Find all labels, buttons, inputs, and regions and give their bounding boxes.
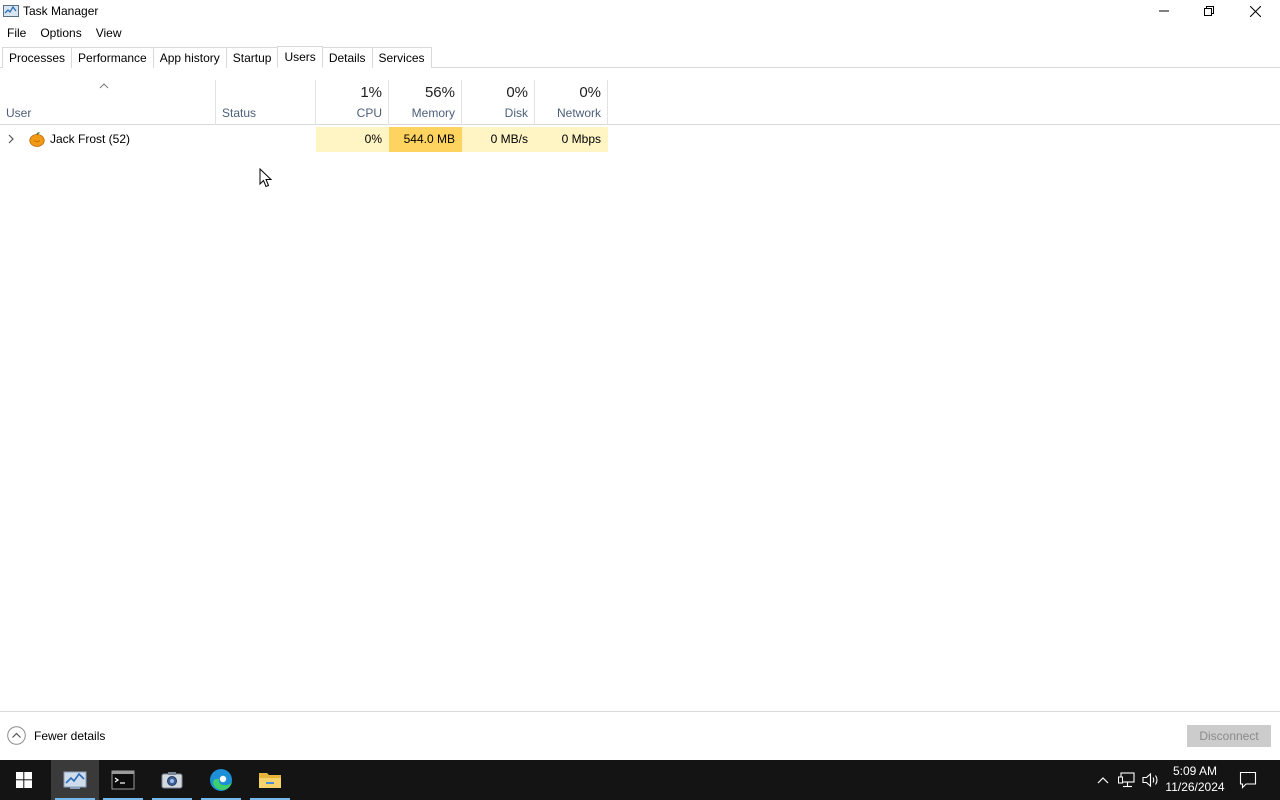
start-icon [16,772,32,788]
task-manager-app-icon [3,4,19,18]
taskbar-clock[interactable]: 5:09 AM 11/26/2024 [1162,763,1228,795]
disk-cell: 0 MB/s [462,127,535,152]
tab-performance[interactable]: Performance [71,47,154,68]
notification-icon [1239,771,1257,789]
chevron-up-circle-icon [7,726,26,745]
network-cell: 0 Mbps [535,127,608,152]
taskbar-edge[interactable] [197,760,245,800]
network-tray-button[interactable] [1116,760,1138,800]
cpu-total-percent: 1% [360,84,382,101]
tab-services[interactable]: Services [371,47,432,68]
taskbar-task-manager[interactable] [51,760,99,800]
speaker-icon [1142,772,1158,788]
network-icon [1118,772,1135,788]
close-icon [1249,5,1261,17]
volume-tray-button[interactable] [1140,760,1162,800]
user-avatar-icon [29,132,45,147]
menu-bar: File Options View [0,23,129,43]
column-header-cpu[interactable]: 1% CPU [316,80,389,125]
taskbar-file-explorer[interactable] [246,760,294,800]
memory-cell: 544.0 MB [389,127,462,152]
camera-icon [161,772,183,789]
action-center-button[interactable] [1234,760,1262,800]
chevron-up-icon [1097,777,1109,784]
tab-bar: Processes Performance App history Startu… [0,46,1280,68]
window-title: Task Manager [23,4,99,18]
column-label-user: User [6,106,32,120]
column-label-disk: Disk [504,106,528,120]
task-manager-window: Task Manager File Options View Processes… [0,0,1280,760]
chevron-right-icon[interactable] [7,134,15,144]
clock-date: 11/26/2024 [1165,780,1225,794]
fewer-details-label: Fewer details [34,728,106,743]
tab-details[interactable]: Details [321,47,373,68]
disk-total-percent: 0% [506,84,528,101]
clock-time: 5:09 AM [1172,764,1218,778]
tab-app-history[interactable]: App history [152,47,227,68]
menu-file[interactable]: File [0,23,33,43]
tab-users[interactable]: Users [277,46,323,68]
file-explorer-icon [259,773,281,788]
tab-processes[interactable]: Processes [2,47,73,68]
show-hidden-icons-button[interactable] [1094,760,1112,800]
column-header-user[interactable]: User [0,80,216,125]
taskbar-camera[interactable] [148,760,196,800]
minimize-button[interactable] [1141,0,1187,22]
edge-icon [210,769,232,791]
task-manager-icon [63,771,87,789]
cpu-cell: 0% [316,127,389,152]
start-button[interactable] [0,760,48,800]
taskbar: 5:09 AM 11/26/2024 [0,760,1280,800]
users-table-header: User Status 1% CPU 56% Memory 0% Disk 0%… [0,80,1280,125]
minimize-icon [1159,10,1169,12]
memory-total-percent: 56% [424,84,455,101]
column-header-status[interactable]: Status [216,80,316,125]
terminal-icon [111,770,135,790]
column-header-network[interactable]: 0% Network [535,80,608,125]
tab-startup[interactable]: Startup [225,47,279,68]
column-label-network: Network [556,106,601,120]
mouse-cursor-icon [259,168,273,188]
network-total-percent: 0% [579,84,601,101]
restore-button[interactable] [1186,0,1232,22]
title-bar[interactable]: Task Manager [0,0,1280,22]
menu-view[interactable]: View [89,23,129,43]
fewer-details-button[interactable]: Fewer details [7,726,105,745]
restore-icon [1204,6,1214,16]
column-header-memory[interactable]: 56% Memory [389,80,462,125]
column-header-disk[interactable]: 0% Disk [462,80,535,125]
taskbar-terminal[interactable] [99,760,147,800]
column-label-memory: Memory [411,106,455,120]
column-label-cpu: CPU [356,106,382,120]
close-button[interactable] [1232,0,1278,22]
table-row[interactable]: Jack Frost (52) 0% 544.0 MB 0 MB/s 0 Mbp… [0,127,1280,152]
disconnect-button[interactable]: Disconnect [1187,725,1271,747]
footer-bar: Fewer details Disconnect [0,711,1280,760]
column-label-status: Status [222,106,257,120]
sort-ascending-icon [99,83,109,89]
menu-options[interactable]: Options [33,23,88,43]
user-name: Jack Frost (52) [50,132,131,146]
